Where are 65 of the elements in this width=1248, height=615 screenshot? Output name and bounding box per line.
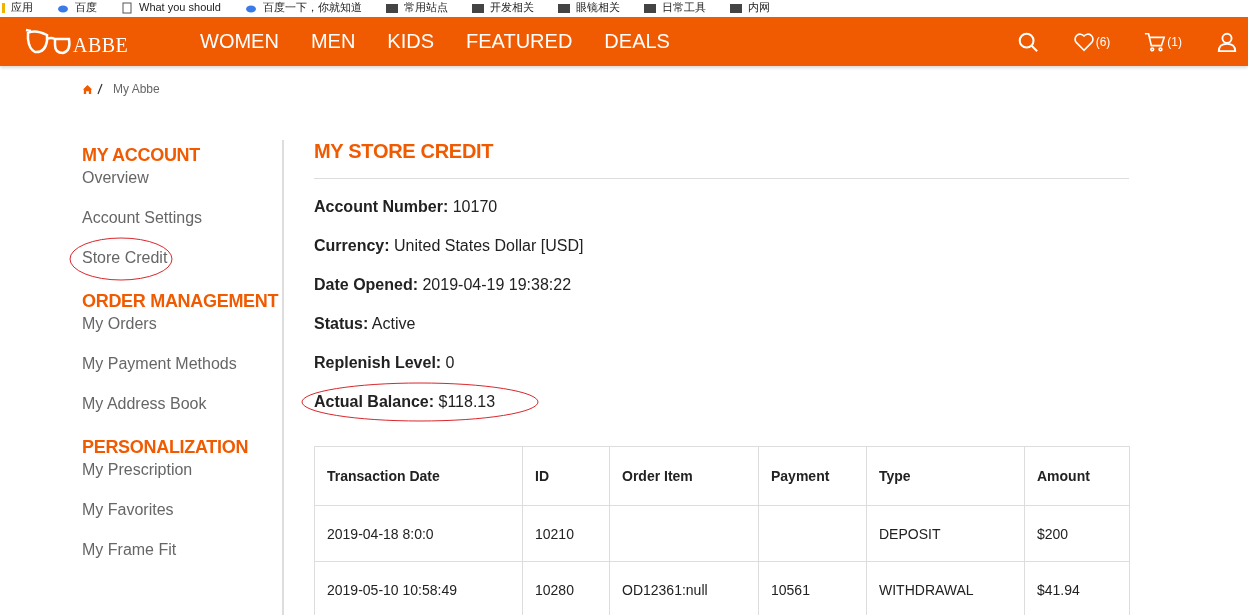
table-cell: DEPOSIT — [879, 525, 941, 542]
cart-icon[interactable] — [1144, 30, 1167, 53]
table-cell: 2019-05-10 10:58:49 — [327, 581, 457, 598]
heart-icon[interactable] — [1072, 30, 1095, 53]
column-header: Type — [866, 446, 1025, 506]
field-text: Account Number: 10170 — [314, 198, 498, 216]
table-cell: $200 — [1037, 525, 1069, 542]
bookmark-link[interactable]: 内网 — [747, 0, 770, 15]
nav-link[interactable]: MEN — [310, 30, 356, 53]
nav-link[interactable]: WOMEN — [200, 30, 279, 53]
sidebar-heading: PERSONALIZATION — [82, 436, 250, 459]
logo-text: ABBE — [73, 33, 129, 57]
bookmark-link[interactable]: 常用站点 — [403, 0, 448, 15]
sidebar-link[interactable]: My Address Book — [82, 394, 207, 414]
folder-icon[interactable] — [471, 1, 484, 14]
table-cell: 2019-04-18 8:0:0 — [327, 525, 434, 542]
field-text: Actual Balance: $118.13 — [314, 393, 496, 411]
nav-link[interactable]: DEALS — [604, 30, 670, 53]
bookmark-link[interactable]: What you should — [139, 0, 221, 15]
table-cell: 10280 — [535, 581, 574, 598]
sidebar-link[interactable]: Account Settings — [82, 208, 203, 228]
folder-icon[interactable] — [385, 1, 398, 14]
sidebar-link[interactable]: My Orders — [82, 314, 157, 334]
column-header: Order Item — [609, 446, 759, 506]
home-icon[interactable] — [82, 83, 93, 95]
sidebar-link[interactable]: My Prescription — [82, 460, 193, 480]
folder-icon[interactable] — [643, 1, 656, 14]
page-icon[interactable] — [121, 1, 133, 14]
field-text: Date Opened: 2019-04-19 19:38:22 — [314, 276, 572, 294]
sidebar-link[interactable]: My Frame Fit — [82, 540, 177, 560]
table-cell: 10210 — [535, 525, 574, 542]
sidebar-heading: ORDER MANAGEMENT — [82, 290, 280, 313]
nav-link[interactable]: FEATURED — [466, 30, 573, 53]
breadcrumb-separator-icon — [97, 83, 103, 95]
bookmark-link[interactable]: 应用 — [11, 0, 33, 15]
breadcrumb-link[interactable]: My Abbe — [113, 82, 160, 96]
field-text: Currency: United States Dollar [USD] — [314, 237, 584, 255]
table-cell: 10561 — [771, 581, 810, 598]
sidebar-link[interactable]: Overview — [82, 168, 149, 188]
search-icon[interactable] — [1016, 30, 1039, 53]
bookmark-link[interactable]: 日常工具 — [661, 0, 706, 15]
column-header: ID — [522, 446, 610, 506]
cart-count: (1) — [1167, 34, 1182, 49]
sidebar-link[interactable]: My Favorites — [82, 500, 174, 520]
sidebar-heading: MY ACCOUNT — [82, 144, 201, 167]
column-header: Amount — [1024, 446, 1130, 506]
sidebar-link[interactable]: My Payment Methods — [82, 354, 237, 374]
page-title: MY STORE CREDIT — [314, 140, 1129, 179]
nav-link[interactable]: KIDS — [387, 30, 435, 53]
field-text: Status: Active — [314, 315, 416, 333]
table-cell: WITHDRAWAL — [879, 581, 974, 598]
bookmark-link[interactable]: 百度 — [75, 0, 97, 15]
folder-icon[interactable] — [557, 1, 570, 14]
favorites-count: (6) — [1095, 34, 1111, 49]
column-header: Transaction Date — [314, 446, 523, 506]
field-text: Replenish Level: 0 — [314, 354, 455, 372]
column-header: Payment — [758, 446, 867, 506]
user-icon[interactable] — [1216, 30, 1238, 53]
folder-icon[interactable] — [729, 1, 742, 14]
bookmark-link[interactable]: 眼镜相关 — [575, 0, 620, 15]
logo[interactable]: ABBE — [25, 26, 175, 57]
table-cell: $41.94 — [1037, 581, 1080, 598]
table-cell: OD12361:null — [622, 581, 708, 598]
bookmark-link[interactable]: 开发相关 — [489, 0, 534, 15]
bookmark-link[interactable]: 百度一下，你就知道 — [262, 0, 362, 15]
